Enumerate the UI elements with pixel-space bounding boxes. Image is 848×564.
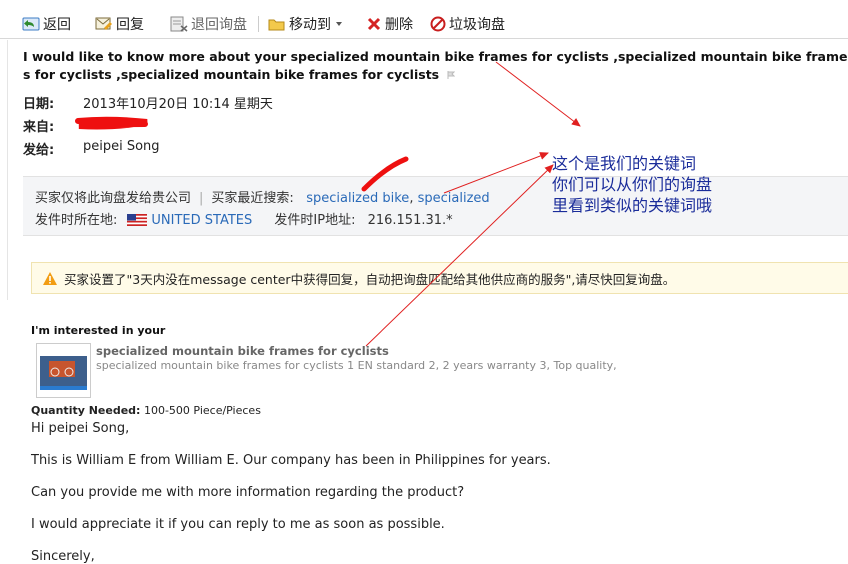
- return-inquiry-icon: [170, 16, 188, 32]
- reply-label: 回复: [116, 17, 144, 33]
- interested-label: I'm interested in your: [31, 324, 166, 337]
- recent-search-link-2[interactable]: specialized: [418, 191, 490, 206]
- product-image: [40, 356, 87, 390]
- delete-button[interactable]: 删除: [366, 14, 413, 34]
- recent-search-label: 买家最近搜索:: [211, 191, 294, 206]
- buyer-info-line-1: 买家仅将此询盘发给贵公司 | 买家最近搜索: specialized bike, s…: [35, 187, 490, 206]
- mail-subject-text: I would like to know more about your spe…: [23, 49, 848, 82]
- date-row: 日期: 2013年10月20日 10:14 星期天: [23, 93, 273, 112]
- flag-icon[interactable]: [447, 71, 456, 79]
- move-to-button[interactable]: 移动到: [268, 14, 347, 34]
- folder-icon: [268, 19, 285, 31]
- product-description: specialized mountain bike frames for cyc…: [96, 359, 617, 372]
- search-redaction-mark: [361, 156, 409, 192]
- ip-value: 216.151.31.*: [367, 213, 453, 228]
- reply-button[interactable]: 回复: [95, 14, 144, 34]
- us-flag-icon: [127, 214, 148, 226]
- date-value: 2013年10月20日 10:14 星期天: [83, 97, 273, 112]
- return-inquiry-button[interactable]: 退回询盘: [170, 14, 247, 34]
- annotation-line-2: 你们可以从你们的询盘: [552, 175, 713, 194]
- return-inquiry-label: 退回询盘: [191, 17, 247, 33]
- info-divider: |: [199, 191, 204, 206]
- quantity-label: Quantity Needed:: [31, 404, 141, 417]
- message-greeting: Hi peipei Song,: [31, 421, 130, 436]
- reply-icon: [95, 17, 112, 30]
- delete-icon: [367, 17, 381, 31]
- annotation-line-1: 这个是我们的关键词: [552, 154, 697, 173]
- from-row: 来自:: [23, 116, 83, 135]
- return-icon: [22, 17, 40, 31]
- chevron-down-icon: [336, 22, 342, 26]
- return-label: 返回: [43, 17, 71, 33]
- delete-label: 删除: [385, 17, 413, 33]
- date-label: 日期:: [23, 97, 55, 112]
- spam-inquiry-button[interactable]: 垃圾询盘: [430, 14, 505, 34]
- warning-text: 买家设置了"3天内没在message center中获得回复，自动把询盘匹配给其…: [64, 271, 676, 287]
- buyer-info-line-2: 发件时所在地: UNITED STATES 发件时IP地址: 216.151.3…: [35, 209, 453, 228]
- location-label: 发件时所在地:: [35, 213, 118, 228]
- buyer-notice: 买家仅将此询盘发给贵公司: [35, 191, 192, 206]
- message-closing: Sincerely,: [31, 549, 95, 564]
- country-value: UNITED STATES: [151, 213, 253, 228]
- ip-label: 发件时IP地址:: [274, 213, 356, 228]
- auto-match-warning: 买家设置了"3天内没在message center中获得回复，自动把询盘匹配给其…: [31, 262, 848, 294]
- message-paragraph-3: I would appreciate it if you can reply t…: [31, 517, 445, 532]
- spam-inquiry-label: 垃圾询盘: [449, 17, 505, 33]
- product-title[interactable]: specialized mountain bike frames for cyc…: [96, 344, 389, 358]
- move-to-label: 移动到: [289, 17, 331, 33]
- mail-subject: I would like to know more about your spe…: [23, 48, 848, 86]
- product-thumbnail[interactable]: [36, 343, 91, 398]
- quantity-value: 100-500 Piece/Pieces: [143, 404, 261, 417]
- to-row: 发给: peipei Song: [23, 139, 160, 158]
- message-paragraph-1: This is William E from William E. Our co…: [31, 453, 551, 468]
- from-label: 来自:: [23, 120, 55, 135]
- return-button[interactable]: 返回: [22, 14, 71, 34]
- buyer-info-panel: 买家仅将此询盘发给贵公司 | 买家最近搜索: specialized bike, s…: [23, 176, 848, 236]
- left-panel-edge: [0, 40, 8, 300]
- toolbar-divider: [258, 16, 259, 32]
- no-entry-icon: [430, 16, 446, 32]
- annotation-line-3: 里看到类似的关键词哦: [552, 196, 713, 215]
- toolbar: 返回 回复 退回询盘 移动到 删除 垃圾询盘: [0, 8, 848, 39]
- sender-redaction-mark: [75, 116, 148, 130]
- quantity-needed: Quantity Needed: 100-500 Piece/Pieces: [31, 404, 261, 417]
- to-label: 发给:: [23, 143, 55, 158]
- annotation-note: 这个是我们的关键词 你们可以从你们的询盘 里看到类似的关键词哦: [552, 153, 712, 216]
- warning-icon: [43, 271, 57, 285]
- to-value: peipei Song: [83, 139, 160, 154]
- message-paragraph-2: Can you provide me with more information…: [31, 485, 465, 500]
